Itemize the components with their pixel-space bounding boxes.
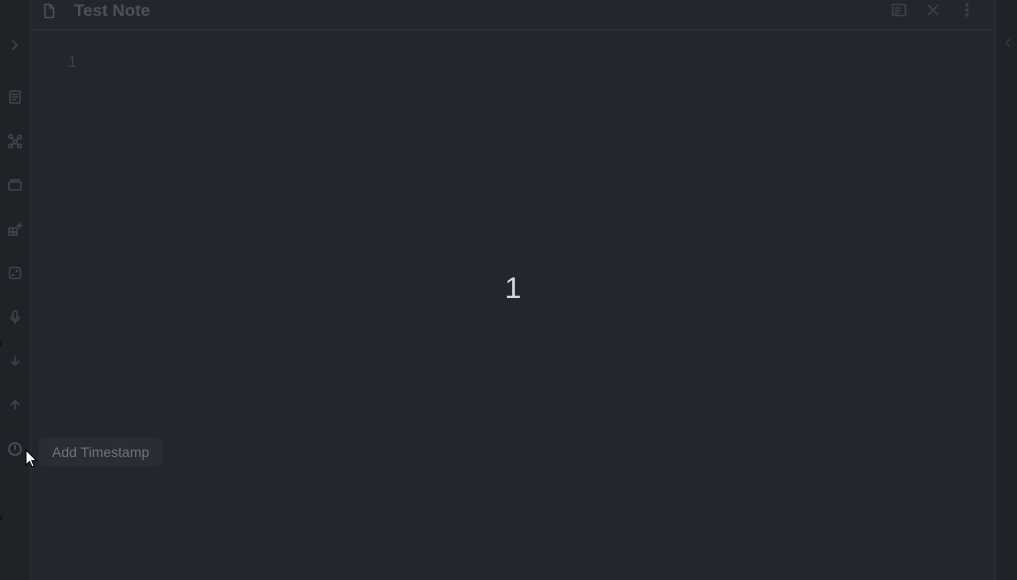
line-number: 1 <box>68 54 77 71</box>
note-title[interactable]: Test Note <box>74 1 150 21</box>
content-text: 1 <box>504 272 522 305</box>
arrow-up-icon[interactable] <box>6 396 24 414</box>
app-window: Test Note 1 1 Add Timestamp <box>0 0 1017 580</box>
chevron-left-icon[interactable] <box>1002 36 1014 48</box>
more-options-icon <box>959 2 975 23</box>
reading-view-icon <box>891 2 907 23</box>
header-actions <box>889 2 977 22</box>
clock-icon[interactable] <box>6 440 24 458</box>
edge-marker <box>0 515 2 521</box>
note-header: Test Note <box>31 0 995 30</box>
document-list-icon[interactable] <box>6 88 24 106</box>
file-icon <box>41 3 59 21</box>
grid-add-icon[interactable] <box>6 220 24 238</box>
graph-icon[interactable] <box>6 132 24 150</box>
tooltip: Add Timestamp <box>39 438 163 466</box>
cards-icon[interactable] <box>6 176 24 194</box>
dice-icon[interactable] <box>6 264 24 282</box>
editor-area[interactable]: 1 1 <box>31 30 995 580</box>
close-button[interactable] <box>923 2 943 22</box>
right-sidebar-collapsed <box>995 0 1017 580</box>
close-icon <box>925 2 941 23</box>
more-options-button[interactable] <box>957 2 977 22</box>
mouse-cursor-icon <box>25 448 39 469</box>
chevron-right-icon[interactable] <box>6 36 24 54</box>
left-ribbon <box>0 0 31 580</box>
microphone-icon[interactable] <box>6 308 24 326</box>
reading-view-button[interactable] <box>889 2 909 22</box>
edge-marker <box>0 340 2 346</box>
arrow-down-icon[interactable] <box>6 352 24 370</box>
